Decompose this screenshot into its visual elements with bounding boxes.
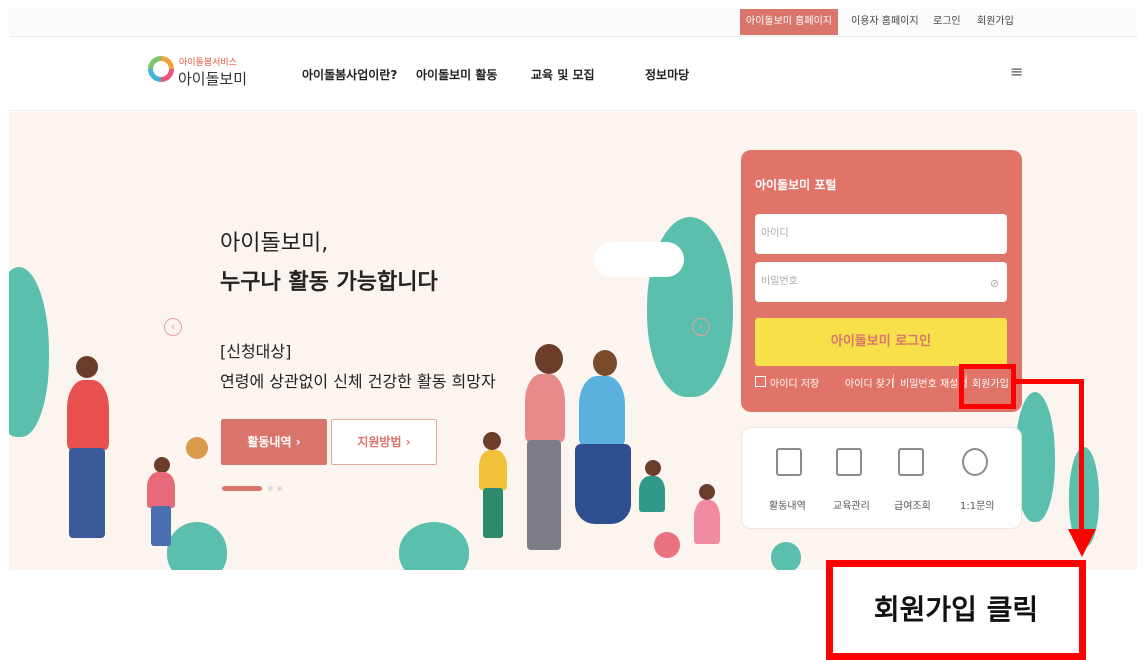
annotation-arrow-head (1068, 529, 1096, 557)
util-link-caregiver-home[interactable]: 아이돌보미 홈페이지 (740, 9, 838, 35)
util-link-login[interactable]: 로그인 (927, 9, 967, 35)
quick-menu-activity-history[interactable]: 활동내역 (769, 497, 806, 512)
person-illustration (76, 356, 98, 378)
annotation-callout: 회원가입 클릭 (826, 560, 1086, 660)
logo-subtitle: 아이돌봄서비스 (179, 58, 237, 68)
link-divider (893, 374, 894, 388)
quick-menu-inquiry[interactable]: 1:1문의 (960, 497, 995, 512)
quick-menu-education[interactable]: 교육관리 (833, 497, 870, 512)
person-illustration (535, 344, 563, 374)
carousel-next-icon[interactable]: › (692, 318, 710, 336)
nav-item-about[interactable]: 아이돌봄사업이란? (302, 66, 397, 83)
carousel-indicator-dot[interactable] (277, 486, 282, 491)
person-illustration (575, 444, 631, 524)
nav-item-activity[interactable]: 아이돌보미 활동 (416, 66, 497, 83)
child-illustration (483, 432, 501, 450)
person-illustration (579, 376, 625, 446)
login-button[interactable]: 아이돌보미 로그인 (755, 318, 1007, 366)
eye-slash-icon[interactable]: ⊘ (990, 277, 999, 290)
book-icon[interactable] (836, 448, 862, 476)
hero-description: 연령에 상관없이 신체 건강한 활동 희망자 (220, 372, 496, 391)
page: 아이돌보미 홈페이지 이용자 홈페이지 로그인 회원가입 아이돌봄서비스 아이돌… (0, 0, 1143, 660)
nav-item-info[interactable]: 정보마당 (645, 66, 689, 83)
hero-title-line2: 누구나 활동 가능합니다 (220, 270, 438, 295)
activity-history-button[interactable]: 활동내역 › (221, 419, 327, 465)
person-illustration (67, 380, 109, 450)
hero-title-line1: 아이돌보미, (220, 231, 329, 256)
child-illustration (151, 506, 171, 546)
child-illustration (639, 476, 665, 512)
support-method-button[interactable]: 지원방법 › (331, 419, 437, 465)
util-link-user-home[interactable]: 이용자 홈페이지 (845, 9, 925, 35)
quick-menu-salary[interactable]: 급여조회 (894, 497, 931, 512)
child-illustration (479, 450, 507, 490)
annotation-arrow (1079, 379, 1084, 531)
child-illustration (154, 457, 170, 473)
person-illustration (69, 448, 105, 538)
person-illustration (525, 374, 565, 442)
carousel-prev-icon[interactable]: ‹ (164, 318, 182, 336)
child-illustration (699, 484, 715, 500)
person-illustration (593, 350, 617, 376)
wallet-icon[interactable] (898, 448, 924, 476)
ball-illustration (654, 532, 680, 558)
child-illustration (694, 500, 720, 544)
nav-item-education[interactable]: 교육 및 모집 (531, 66, 595, 83)
person-illustration (527, 440, 561, 550)
tree-illustration (9, 267, 49, 437)
password-input[interactable]: 비밀번호 (755, 262, 1007, 302)
signup-highlight-box (959, 364, 1016, 409)
cloud-illustration (594, 242, 684, 277)
hamburger-menu-icon[interactable]: ≡ (1010, 62, 1023, 81)
child-illustration (645, 460, 661, 476)
quick-menu-panel (741, 427, 1022, 529)
top-utility-bar (9, 9, 1137, 37)
find-id-link[interactable]: 아이디 찾기 (845, 375, 894, 390)
logo-icon[interactable] (148, 56, 174, 82)
login-panel-title: 아이돌보미 포털 (755, 178, 837, 192)
carousel-indicator-dot[interactable] (268, 486, 273, 491)
bush-illustration (771, 542, 801, 570)
logo-title[interactable]: 아이돌보미 (178, 68, 247, 89)
annotation-arrow (1015, 379, 1084, 384)
hero-target-label: [신청대상] (220, 342, 292, 361)
save-id-label[interactable]: 아이디 저장 (770, 375, 819, 390)
question-chat-icon[interactable] (962, 448, 988, 476)
checklist-icon[interactable] (776, 448, 802, 476)
child-illustration (483, 488, 503, 538)
util-link-signup[interactable]: 회원가입 (971, 9, 1020, 35)
reset-password-link[interactable]: 비밀번호 재설정 (900, 375, 968, 390)
child-illustration (147, 472, 175, 508)
tree-illustration (399, 522, 469, 570)
username-input[interactable]: 아이디 (755, 214, 1007, 254)
carousel-indicator-active[interactable] (222, 486, 262, 491)
tree-illustration (167, 522, 227, 570)
teddy-bear-illustration (186, 437, 208, 459)
save-id-checkbox[interactable] (755, 376, 766, 387)
